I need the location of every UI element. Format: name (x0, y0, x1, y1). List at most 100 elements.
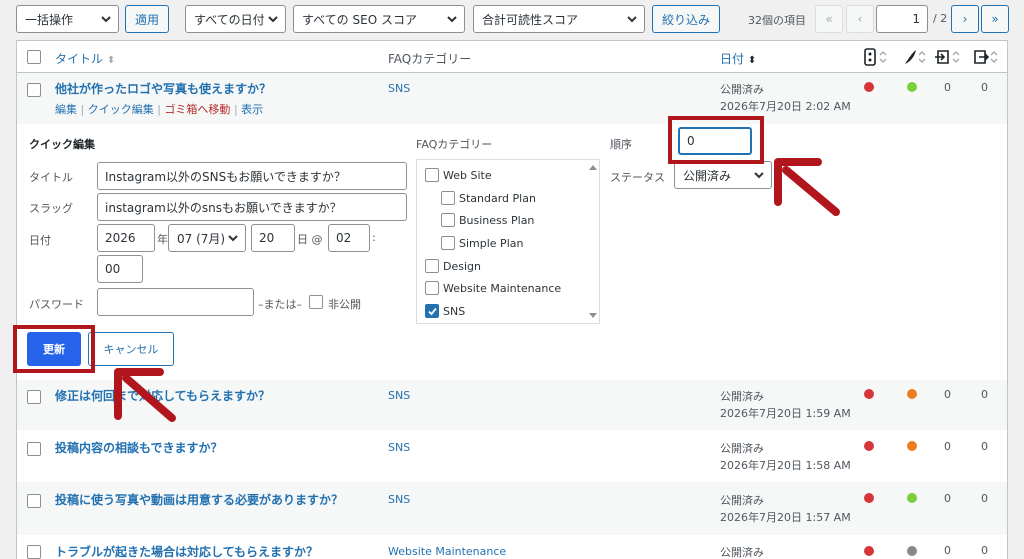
hour-input[interactable]: 02 (328, 224, 370, 252)
next-page-button[interactable]: › (951, 5, 979, 33)
row-status: 公開済み (720, 546, 764, 559)
apply-button[interactable]: 適用 (125, 5, 169, 33)
row-action-edit[interactable]: 編集 (55, 103, 77, 116)
row-category-link[interactable]: SNS (388, 389, 410, 402)
category-item-standard-plan[interactable]: Standard Plan (441, 191, 536, 205)
readability-score-dot (907, 82, 917, 92)
chevron-down-icon (447, 16, 457, 23)
time-colon: : (372, 231, 376, 244)
column-title[interactable]: タイトル ⬍ (55, 50, 115, 67)
row-category-link[interactable]: Website Maintenance (388, 545, 506, 558)
faq-category-label: FAQカテゴリー (416, 138, 493, 151)
incoming-links-count: 0 (944, 544, 951, 557)
category-checkbox[interactable] (425, 168, 439, 182)
category-item-design[interactable]: Design (425, 259, 481, 273)
row-checkbox[interactable] (27, 83, 41, 97)
readability-score-dot (907, 441, 917, 451)
category-item-website-maintenance[interactable]: Website Maintenance (425, 281, 561, 295)
day-input[interactable]: 20 (251, 224, 295, 252)
row-date: 2026年7月20日 1:59 AM (720, 407, 851, 420)
filter-button[interactable]: 絞り込み (652, 5, 720, 33)
private-checkbox[interactable] (309, 295, 323, 309)
table-header: タイトル ⬍ FAQカテゴリー 日付 ⬍ (17, 41, 1007, 73)
slug-input[interactable]: instagram以外のsnsもお願いできますか？ (97, 193, 407, 221)
bulk-action-value: 一括操作 (25, 12, 74, 27)
category-checklist[interactable]: Web Site Standard Plan Business Plan Sim… (416, 159, 600, 324)
first-page-button[interactable]: « (815, 5, 843, 33)
category-checkbox[interactable] (425, 259, 439, 273)
annotation-box-order (668, 116, 764, 164)
column-faq-category: FAQカテゴリー (388, 52, 472, 66)
seo-score-icon (864, 48, 887, 66)
cancel-label: キャンセル (103, 343, 159, 356)
current-page-input[interactable]: 1 (876, 5, 928, 33)
last-page-button[interactable]: » (981, 5, 1009, 33)
row-title-link[interactable]: トラブルが起きた場合は対応してもらえますか？ (55, 543, 318, 559)
category-item-business-plan[interactable]: Business Plan (441, 213, 534, 227)
seo-filter-select[interactable]: すべての SEO スコア (293, 5, 465, 33)
annotation-arrow-icon (114, 368, 176, 422)
readability-score-dot (907, 493, 917, 503)
row-date: 2026年7月20日 2:02 AM (720, 100, 851, 113)
current-page-value: 1 (912, 12, 920, 26)
scroll-down-icon[interactable] (589, 313, 597, 319)
category-checkbox[interactable] (425, 281, 439, 295)
row-title-link[interactable]: 投稿内容の相談もできますか？ (55, 439, 223, 456)
status-select[interactable]: 公開済み (674, 161, 772, 189)
bulk-action-select[interactable]: 一括操作 (16, 5, 119, 33)
sort-icon: ⬍ (106, 55, 116, 66)
category-checkbox[interactable] (441, 213, 455, 227)
category-checkbox[interactable] (441, 191, 455, 205)
date-label: 日付 (29, 234, 51, 247)
row-checkbox[interactable] (27, 390, 41, 404)
row-action-trash[interactable]: ゴミ箱へ移動 (164, 103, 230, 116)
category-item-simple-plan[interactable]: Simple Plan (441, 236, 523, 250)
row-title-link[interactable]: 他社が作ったロゴや写真も使えますか？ (55, 80, 271, 97)
password-input[interactable] (97, 288, 254, 316)
category-name: Design (443, 259, 481, 273)
select-all-checkbox[interactable] (27, 50, 41, 64)
row-checkbox[interactable] (27, 442, 41, 456)
row-action-quick-edit[interactable]: クイック編集 (88, 103, 154, 116)
total-pages: / 2 (933, 12, 948, 25)
outgoing-links-count: 0 (981, 440, 988, 453)
status-value: 公開済み (683, 168, 732, 183)
table-row: 他社が作ったロゴや写真も使えますか？ 編集 | クイック編集 | ゴミ箱へ移動 … (17, 73, 1007, 124)
column-date[interactable]: 日付 ⬍ (720, 50, 756, 67)
category-checkbox-checked[interactable] (425, 304, 439, 318)
row-status: 公開済み (720, 442, 764, 455)
row-action-separator: | (80, 103, 85, 116)
row-checkbox[interactable] (27, 494, 41, 508)
date-filter-select[interactable]: すべての日付 (185, 5, 286, 33)
incoming-links-icon (935, 50, 960, 64)
quick-edit-panel: クイック編集 タイトル Instagram以外のSNSもお願いできますか？ スラ… (17, 124, 1007, 380)
row-title-link[interactable]: 投稿に使う写真や動画は用意する必要がありますか？ (55, 491, 343, 508)
row-status: 公開済み (720, 83, 764, 96)
incoming-links-count: 0 (944, 81, 951, 94)
table-row: 投稿に使う写真や動画は用意する必要がありますか？ SNS 公開済み 2026年7… (17, 482, 1007, 535)
year-input[interactable]: 2026 (97, 224, 155, 252)
category-item-sns[interactable]: SNS (425, 304, 465, 318)
category-name: Web Site (443, 168, 492, 182)
readability-filter-select[interactable]: 合計可読性スコア (473, 5, 645, 33)
row-checkbox[interactable] (27, 545, 41, 559)
row-date: 2026年7月20日 1:58 AM (720, 459, 851, 472)
row-category-link[interactable]: SNS (388, 82, 410, 95)
chevron-down-icon (268, 16, 278, 23)
row-category-link[interactable]: SNS (388, 441, 410, 454)
scroll-up-icon[interactable] (589, 164, 597, 170)
slug-label: スラッグ (29, 202, 73, 215)
private-label: 非公開 (328, 298, 361, 311)
category-name: Simple Plan (459, 236, 524, 250)
chevron-down-icon (627, 16, 637, 23)
month-select[interactable]: 07 (7月) (168, 224, 246, 252)
prev-page-button[interactable]: ‹ (846, 5, 874, 33)
category-checkbox[interactable] (441, 236, 455, 250)
minute-input[interactable]: 00 (97, 255, 143, 283)
row-category-link[interactable]: SNS (388, 493, 410, 506)
first-page-glyph: « (825, 12, 833, 26)
title-input[interactable]: Instagram以外のSNSもお願いできますか？ (97, 162, 407, 190)
category-item-web-site[interactable]: Web Site (425, 168, 492, 182)
row-action-view[interactable]: 表示 (241, 103, 263, 116)
readability-score-icon (905, 50, 926, 64)
